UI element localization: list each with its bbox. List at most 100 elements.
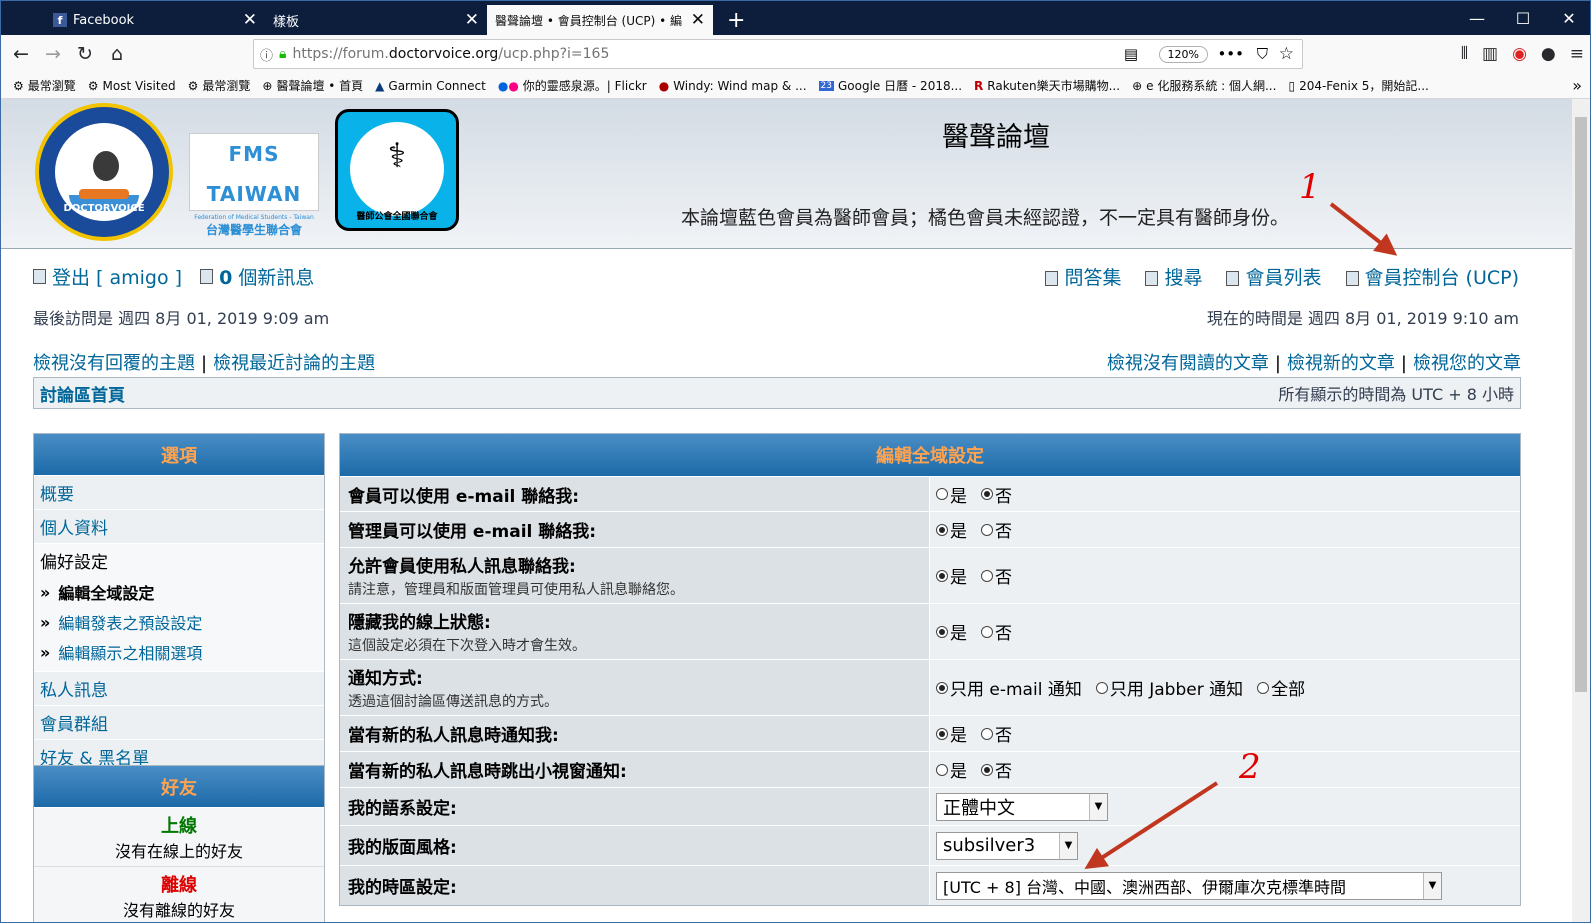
facebook-icon: f <box>53 13 67 27</box>
bookmark-item[interactable]: ⚙ 最常瀏覽 <box>188 77 251 94</box>
radio-no[interactable]: 否 <box>981 619 1012 644</box>
options-panel: 選項 概要 個人資料 偏好設定 » 編輯全域設定 » 編輯發表之預設設定 » 編輯顯示… <box>33 433 325 775</box>
active-topics-link[interactable]: 檢視最近討論的主題 <box>213 353 375 374</box>
radio-yes[interactable]: 是 <box>936 619 967 644</box>
logout-link[interactable]: 登出 [ amigo ] <box>52 263 182 290</box>
unread-link[interactable]: 檢視沒有閱讀的文章 <box>1107 353 1269 374</box>
setting-row: 隱藏我的線上狀態: 這個設定必須在下次登入時才會生效。 是 否 <box>340 603 1520 659</box>
radio-yes[interactable]: 是 <box>936 721 967 746</box>
new-tab-icon[interactable]: + <box>727 5 745 35</box>
nav-prefs[interactable]: 偏好設定 <box>40 548 318 573</box>
offline-none: 沒有離線的好友 <box>122 901 235 920</box>
bookmark-item[interactable]: ⊕ 醫聲論壇 • 首頁 <box>262 77 363 94</box>
bookmark-item[interactable]: ●● 你的靈感泉源。| Flickr <box>498 77 647 94</box>
close-tab-icon[interactable]: ✕ <box>465 10 479 30</box>
menu-icon[interactable]: ≡ <box>1570 44 1584 64</box>
window-close-icon[interactable]: ✕ <box>1546 1 1590 35</box>
radio-no[interactable]: 否 <box>981 482 1012 507</box>
bookmark-star-icon[interactable]: ☆ <box>1279 44 1294 64</box>
reload-icon[interactable]: ↻ <box>69 38 101 70</box>
windy-icon: ● <box>658 78 670 93</box>
radio-notify-email[interactable]: 只用 e-mail 通知 <box>936 675 1082 700</box>
sidebar-icon[interactable]: ▥ <box>1482 44 1498 64</box>
tab-label: 醫聲論壇 • 會員控制台 (UCP) • 編 <box>495 13 682 28</box>
close-tab-icon[interactable]: ✕ <box>243 10 257 30</box>
zoom-level[interactable]: 120% <box>1158 45 1208 63</box>
setting-row: 我的語系設定: 正體中文 ▼ <box>340 787 1520 825</box>
radio-no[interactable]: 否 <box>981 757 1012 782</box>
radio-no[interactable]: 否 <box>981 563 1012 588</box>
search-link[interactable]: 搜尋 <box>1164 267 1202 289</box>
timezone-select[interactable]: [UTC + 8] 台灣、中國、澳洲西部、伊爾庫次克標準時間 ▼ <box>936 871 1442 900</box>
maximize-icon[interactable]: ☐ <box>1500 1 1546 35</box>
nav-prefs-global[interactable]: » 編輯全域設定 <box>40 577 318 607</box>
close-tab-icon[interactable]: ✕ <box>691 10 705 30</box>
library-icon[interactable]: ⫴ <box>1461 44 1468 64</box>
url-text[interactable]: https://forum.doctorvoice.org/ucp.php?i=… <box>292 46 609 62</box>
page-actions-icon[interactable]: ••• <box>1217 45 1244 63</box>
tab-facebook[interactable]: f Facebook ✕ <box>45 5 265 35</box>
nav-groups[interactable]: 會員群組 <box>34 706 324 740</box>
radio-notify-jabber[interactable]: 只用 Jabber 通知 <box>1095 675 1243 700</box>
extension-icon[interactable]: ◉ <box>1512 44 1527 64</box>
radio-no[interactable]: 否 <box>981 517 1012 542</box>
setting-label: 我的時區設定: <box>348 878 457 898</box>
radio-yes[interactable]: 是 <box>936 563 967 588</box>
your-posts-link[interactable]: 檢視您的文章 <box>1413 353 1521 374</box>
setting-row: 會員可以使用 e-mail 聯絡我: 是 否 <box>340 476 1520 511</box>
bookmark-item[interactable]: R Rakuten樂天市場購物... <box>974 77 1120 94</box>
setting-label: 會員可以使用 e-mail 聯絡我: <box>348 486 580 507</box>
setting-label: 隱藏我的線上狀態: <box>348 613 491 633</box>
scrollbar[interactable] <box>1572 99 1590 922</box>
globe-icon: ⊕ <box>262 78 273 93</box>
info-icon[interactable]: ⓘ <box>260 45 273 64</box>
nav-prefs-view[interactable]: » 編輯顯示之相關選項 <box>40 637 318 667</box>
bookmark-item[interactable]: ● Windy: Wind map & ... <box>659 79 807 93</box>
nav-pm[interactable]: 私人訊息 <box>34 672 324 706</box>
members-icon <box>1226 271 1240 286</box>
tab-bar: f Facebook ✕ 樣板 ✕ 醫聲論壇 • 會員控制台 (UCP) • 編… <box>1 1 1590 35</box>
back-arrow-icon[interactable]: ← <box>5 38 37 70</box>
logout-icon <box>33 269 46 284</box>
ucp-link[interactable]: 會員控制台 (UCP) <box>1365 267 1520 289</box>
radio-no[interactable]: 否 <box>981 721 1012 746</box>
style-select[interactable]: subsilver3 ▼ <box>936 831 1078 860</box>
home-icon[interactable]: ⌂ <box>101 38 133 70</box>
ostrich-icon <box>93 151 119 181</box>
radio-yes[interactable]: 是 <box>936 482 967 507</box>
nav-overview[interactable]: 概要 <box>34 476 324 510</box>
bookmark-item[interactable]: 23 Google 日曆 - 2018... <box>818 77 962 94</box>
forward-arrow-icon[interactable]: → <box>37 38 69 70</box>
new-messages-link[interactable]: 0 個新訊息 <box>219 263 314 290</box>
nav-prefs-post[interactable]: » 編輯發表之預設設定 <box>40 607 318 637</box>
pocket-icon[interactable]: ⛉ <box>1257 45 1268 63</box>
setting-row: 當有新的私人訊息時通知我: 是 否 <box>340 715 1520 751</box>
url-bar[interactable]: ⓘ 🔒︎ https://forum.doctorvoice.org/ucp.p… <box>253 39 1303 69</box>
nav-profile[interactable]: 個人資料 <box>34 510 324 544</box>
setting-row: 當有新的私人訊息時跳出小視窗通知: 是 否 <box>340 751 1520 787</box>
current-time: 現在的時間是 週四 8月 01, 2019 9:10 am <box>1206 309 1519 328</box>
radio-yes[interactable]: 是 <box>936 517 967 542</box>
faq-link[interactable]: 問答集 <box>1064 267 1121 289</box>
memberlist-link[interactable]: 會員列表 <box>1245 267 1321 289</box>
bookmark-item[interactable]: ⊕ e 化服務系統 : 個人網... <box>1132 77 1276 94</box>
new-posts-link[interactable]: 檢視新的文章 <box>1287 353 1395 374</box>
bookmark-item[interactable]: ⚙ Most Visited <box>88 79 176 93</box>
bookmark-item[interactable]: ▯ 204-Fenix 5，開始記... <box>1288 77 1428 94</box>
radio-yes[interactable]: 是 <box>936 757 967 782</box>
language-select[interactable]: 正體中文 ▼ <box>936 792 1108 821</box>
forum-index-link[interactable]: 討論區首頁 <box>40 381 125 406</box>
radio-notify-both[interactable]: 全部 <box>1257 675 1305 700</box>
overflow-chevron-icon[interactable]: » <box>1572 76 1582 95</box>
tab-label: 樣板 <box>273 14 300 30</box>
unanswered-link[interactable]: 檢視沒有回覆的主題 <box>33 353 195 374</box>
minimize-icon[interactable]: — <box>1454 1 1500 35</box>
bookmark-item[interactable]: ▲ Garmin Connect <box>375 79 486 93</box>
tab-ucp[interactable]: 醫聲論壇 • 會員控制台 (UCP) • 編 ✕ <box>487 5 713 35</box>
reader-view-icon[interactable]: ▤ <box>1124 45 1138 63</box>
tab-template[interactable]: 樣板 ✕ <box>265 5 487 35</box>
online-none: 沒有在線上的好友 <box>114 842 243 861</box>
bookmark-item[interactable]: ⚙ 最常瀏覽 <box>13 77 76 94</box>
account-icon[interactable]: ● <box>1541 44 1556 64</box>
scrollbar-thumb[interactable] <box>1575 117 1587 692</box>
